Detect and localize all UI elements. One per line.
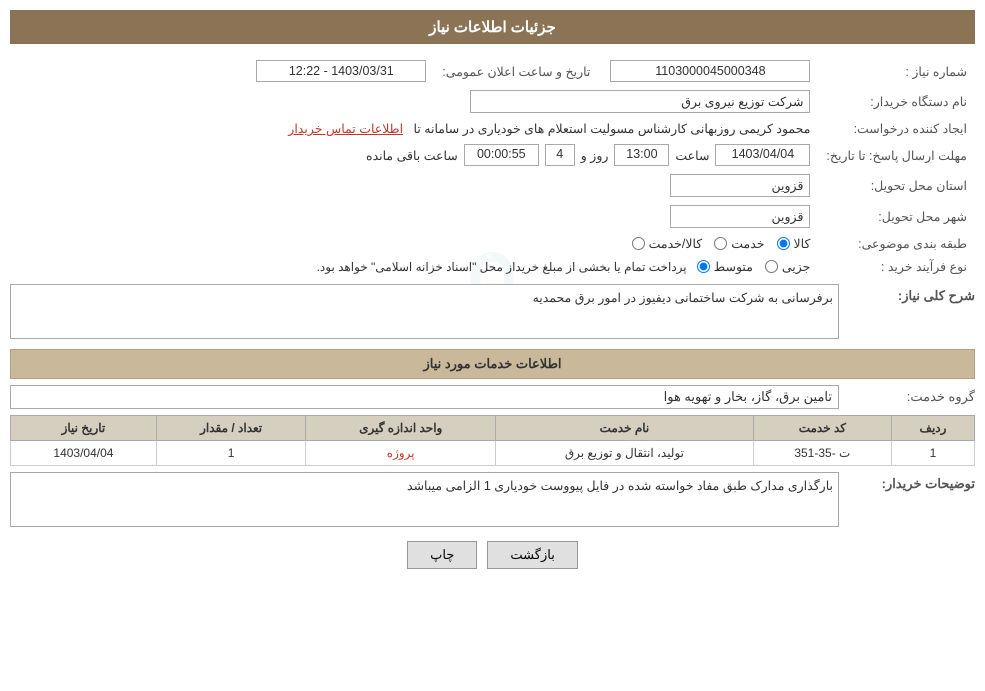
- process-jozi[interactable]: جزیی: [765, 259, 811, 274]
- col-quantity: تعداد / مقدار: [156, 416, 306, 441]
- print-button[interactable]: چاپ: [407, 541, 477, 569]
- col-unit: واحد اندازه گیری: [306, 416, 496, 441]
- process-note: پرداخت تمام یا بخشی از مبلغ خریداز محل "…: [317, 260, 687, 274]
- buyer-notes-value: بارگذاری مدارک طبق مفاد خواسته شده در فا…: [10, 472, 839, 527]
- creator-link[interactable]: اطلاعات تماس خریدار: [288, 122, 403, 136]
- deadline-time: 13:00: [614, 144, 669, 166]
- col-name: نام خدمت: [496, 416, 754, 441]
- cell-name: تولید، انتقال و توزیع برق: [496, 441, 754, 466]
- cell-quantity: 1: [156, 441, 306, 466]
- buyer-org-label: نام دستگاه خریدار:: [818, 86, 975, 117]
- cell-unit: پروژه: [306, 441, 496, 466]
- cell-row: 1: [891, 441, 974, 466]
- col-code: کد خدمت: [753, 416, 891, 441]
- category-kala-khedmat-label: کالا/خدمت: [649, 236, 703, 251]
- process-jozi-label: جزیی: [782, 259, 811, 274]
- process-motavasset-label: متوسط: [714, 259, 753, 274]
- category-kala[interactable]: کالا: [777, 236, 811, 251]
- deadline-label: مهلت ارسال پاسخ: تا تاریخ:: [818, 140, 975, 170]
- deadline-time-label: ساعت: [675, 148, 709, 163]
- button-row: بازگشت چاپ: [10, 541, 975, 569]
- deadline-days: 4: [545, 144, 575, 166]
- deadline-remain-label: ساعت باقی مانده: [366, 148, 458, 163]
- category-kala-khedmat[interactable]: کالا/خدمت: [632, 236, 703, 251]
- category-label: طبقه بندی موضوعی:: [818, 232, 975, 255]
- cell-date: 1403/04/04: [11, 441, 157, 466]
- deadline-remain: 00:00:55: [464, 144, 539, 166]
- service-group-value: تامین برق، گاز، بخار و تهویه هوا: [10, 385, 839, 409]
- creator-value: محمود کریمی روزبهانی کارشناس مسولیت استع…: [414, 122, 811, 136]
- page-title: جزئیات اطلاعات نیاز: [10, 10, 975, 44]
- buyer-org-value: شرکت توزیع نیروی برق: [470, 90, 810, 113]
- description-label: شرح کلی نیاز:: [845, 284, 975, 304]
- need-number-value: 1103000045000348: [610, 60, 810, 82]
- category-khedmat-label: خدمت: [731, 236, 764, 251]
- province-value: قزوین: [670, 174, 810, 197]
- back-button[interactable]: بازگشت: [487, 541, 577, 569]
- service-group-label: گروه خدمت:: [845, 389, 975, 405]
- need-number-label: شماره نیاز :: [818, 56, 975, 86]
- cell-code: ت -35-351: [753, 441, 891, 466]
- deadline-date: 1403/04/04: [715, 144, 810, 166]
- city-value: قزوین: [670, 205, 810, 228]
- table-row: 1 ت -35-351 تولید، انتقال و توزیع برق پر…: [11, 441, 975, 466]
- creator-label: ایجاد کننده درخواست:: [818, 117, 975, 140]
- items-table: ردیف کد خدمت نام خدمت واحد اندازه گیری ت…: [10, 415, 975, 466]
- buyer-notes-label: توضیحات خریدار:: [845, 472, 975, 492]
- province-label: استان محل تحویل:: [818, 170, 975, 201]
- description-value: برفرسانی به شرکت ساختمانی دیفیوز در امور…: [10, 284, 839, 339]
- col-row: ردیف: [891, 416, 974, 441]
- col-date: تاریخ نیاز: [11, 416, 157, 441]
- announce-date-value: 1403/03/31 - 12:22: [256, 60, 426, 82]
- process-label: نوع فرآیند خرید :: [818, 255, 975, 278]
- services-header: اطلاعات خدمات مورد نیاز: [10, 349, 975, 379]
- announce-date-label: تاریخ و ساعت اعلان عمومی:: [434, 56, 598, 86]
- deadline-day-label: روز و: [581, 148, 609, 163]
- process-motavasset[interactable]: متوسط: [697, 259, 753, 274]
- category-kala-label: کالا: [794, 236, 811, 251]
- city-label: شهر محل تحویل:: [818, 201, 975, 232]
- category-khedmat[interactable]: خدمت: [714, 236, 764, 251]
